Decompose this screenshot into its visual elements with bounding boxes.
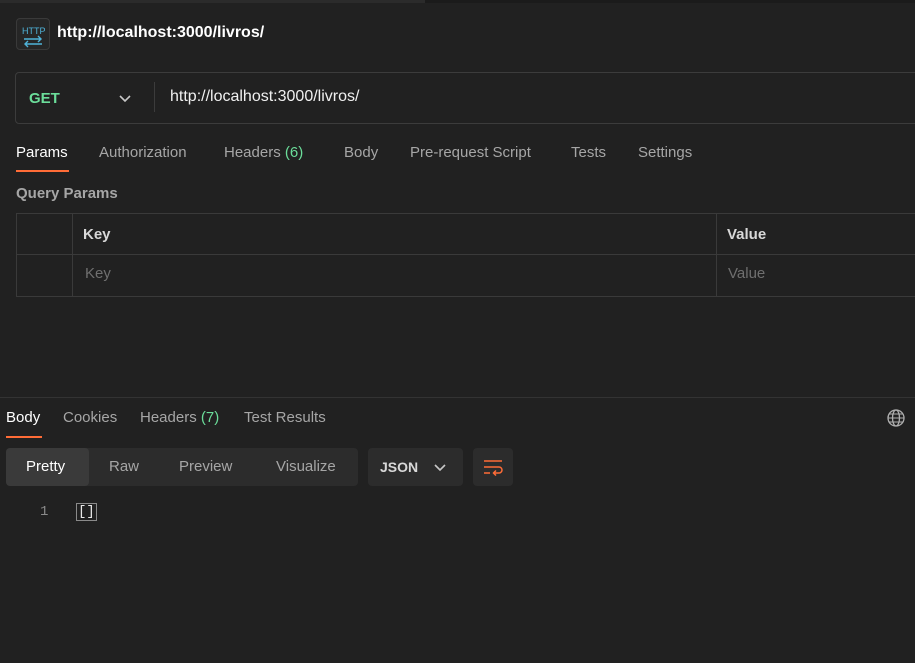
chevron-down-icon[interactable] bbox=[118, 92, 132, 106]
response-tab-headers[interactable]: Headers (7) bbox=[140, 409, 219, 426]
tab-headers[interactable]: Headers (6) bbox=[224, 144, 303, 161]
url-input[interactable]: http://localhost:3000/livros/ bbox=[170, 88, 359, 106]
response-divider[interactable] bbox=[0, 397, 915, 398]
tab-pre-request-script[interactable]: Pre-request Script bbox=[410, 144, 531, 161]
word-wrap-icon bbox=[484, 460, 503, 476]
column-header-value: Value bbox=[727, 226, 767, 243]
tab-label: Params bbox=[16, 144, 68, 161]
format-label: JSON bbox=[380, 459, 419, 475]
tab-label: Tests bbox=[571, 144, 607, 161]
response-tab-cookies[interactable]: Cookies bbox=[63, 409, 117, 426]
tab-settings[interactable]: Settings bbox=[638, 144, 692, 161]
url-bar bbox=[15, 72, 915, 124]
response-tab-test-results[interactable]: Test Results bbox=[244, 409, 326, 426]
table-divider bbox=[72, 213, 73, 296]
response-tab-body[interactable]: Body bbox=[6, 409, 40, 426]
window-top-strip-inactive bbox=[425, 0, 915, 3]
method-select[interactable]: GET bbox=[29, 90, 60, 107]
tab-label: Body bbox=[6, 409, 41, 426]
word-wrap-button[interactable] bbox=[473, 448, 513, 486]
query-params-title: Query Params bbox=[16, 185, 118, 202]
tab-label: Pre-request Script bbox=[410, 144, 531, 161]
request-title[interactable]: http://localhost:3000/livros/ bbox=[57, 24, 264, 42]
chevron-down-icon bbox=[434, 464, 446, 472]
view-mode-raw[interactable]: Raw bbox=[109, 458, 139, 475]
tab-tests[interactable]: Tests bbox=[571, 144, 606, 161]
http-icon-text: HTTP bbox=[22, 26, 46, 36]
tab-label: Authorization bbox=[99, 144, 187, 161]
tab-label: Body bbox=[344, 144, 379, 161]
url-divider bbox=[154, 82, 155, 112]
tab-body[interactable]: Body bbox=[344, 144, 378, 161]
tab-count: (7) bbox=[200, 409, 220, 426]
tab-label: Test Results bbox=[244, 409, 326, 426]
response-code[interactable]: [] bbox=[76, 503, 97, 521]
tab-label: Headers bbox=[140, 409, 197, 426]
active-tab-indicator bbox=[16, 170, 69, 172]
key-input[interactable]: Key bbox=[85, 265, 111, 282]
column-header-key: Key bbox=[83, 226, 111, 243]
http-icon: HTTP bbox=[16, 18, 50, 50]
tab-label: Headers bbox=[224, 144, 281, 161]
table-divider bbox=[16, 254, 915, 255]
tab-label: Cookies bbox=[63, 409, 118, 426]
table-divider bbox=[716, 213, 717, 296]
line-number: 1 bbox=[40, 504, 49, 520]
view-mode-pretty[interactable]: Pretty bbox=[26, 458, 65, 475]
value-input[interactable]: Value bbox=[728, 265, 765, 282]
tab-authorization[interactable]: Authorization bbox=[99, 144, 187, 161]
globe-icon[interactable] bbox=[886, 408, 906, 428]
view-mode-visualize[interactable]: Visualize bbox=[276, 458, 336, 475]
view-mode-preview[interactable]: Preview bbox=[179, 458, 232, 475]
params-table bbox=[16, 213, 915, 297]
tab-count: (6) bbox=[284, 144, 304, 161]
tab-label: Settings bbox=[638, 144, 693, 161]
tab-params[interactable]: Params bbox=[16, 144, 68, 161]
active-response-tab-indicator bbox=[6, 436, 42, 438]
